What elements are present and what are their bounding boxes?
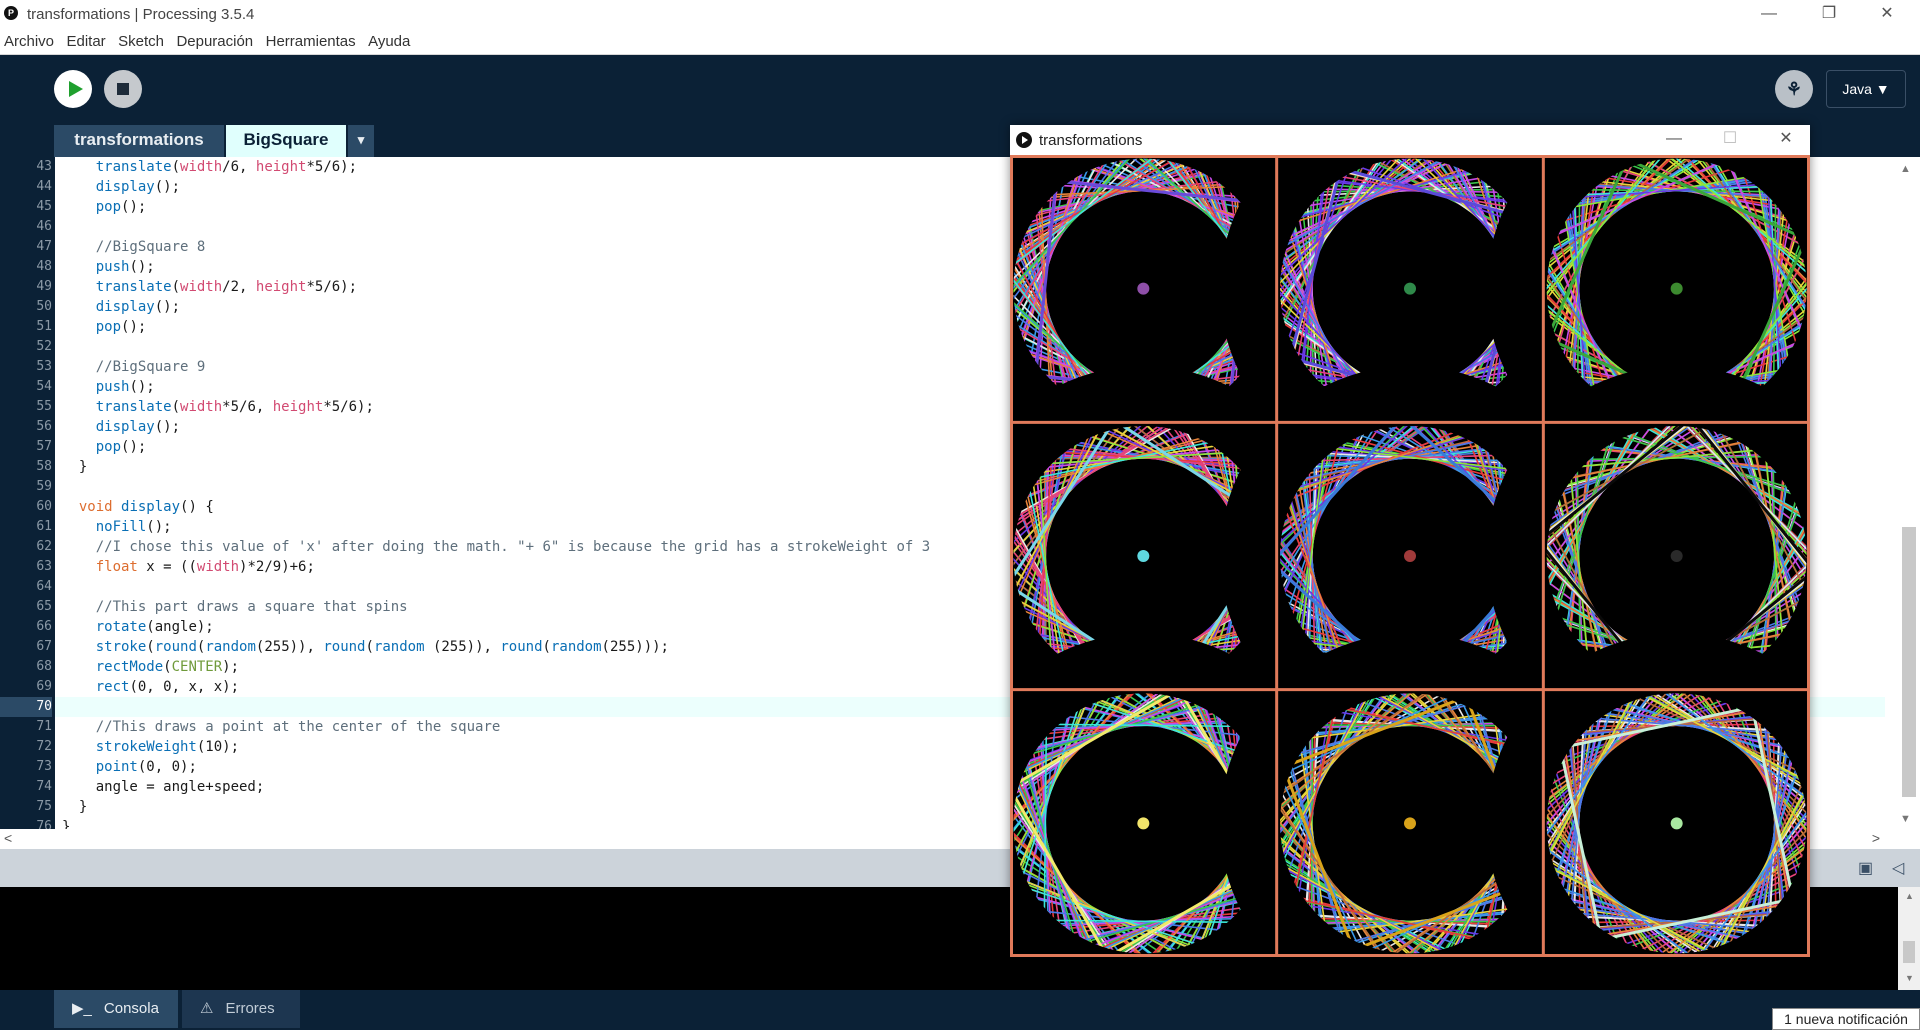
line-number: 48 [36, 259, 52, 274]
menu-bar: Archivo Editar Sketch Depuración Herrami… [0, 30, 1920, 55]
line-number-gutter: 43 44 45 46 47 48 49 50 51 52 53 54 55 56 57 58 59 60 61 62… [0, 157, 55, 829]
scroll-left-icon[interactable]: < [4, 830, 12, 846]
toolbar: ⚘ Java ▼ [0, 55, 1920, 125]
notification-toast[interactable]: 1 nueva notificación [1772, 1008, 1920, 1030]
line-number: 64 [36, 579, 52, 594]
mode-selector[interactable]: Java ▼ [1826, 70, 1906, 108]
close-button[interactable]: ✕ [1858, 0, 1916, 30]
butterfly-icon: ⚘ [1785, 79, 1803, 99]
menu-ayuda[interactable]: Ayuda [364, 30, 414, 50]
center-point [1670, 817, 1683, 830]
line-number: 58 [36, 459, 52, 474]
line-number: 51 [36, 319, 52, 334]
center-point [1404, 282, 1416, 295]
console-scrollbar-thumb[interactable] [1903, 941, 1915, 963]
sketch-canvas[interactable] [953, 98, 1867, 1014]
line-number: 57 [36, 439, 52, 454]
center-point [1670, 282, 1683, 295]
line-number: 46 [36, 219, 52, 234]
line-number: 68 [36, 659, 52, 674]
console-scrollbar[interactable]: ▲ ▼ [1898, 887, 1920, 990]
sketch-close-button[interactable]: ✕ [1758, 125, 1814, 155]
center-point [1137, 550, 1150, 562]
line-number: 61 [36, 519, 52, 534]
line-number: 47 [36, 239, 52, 254]
sketch-minimize-button[interactable]: — [1646, 125, 1702, 155]
menu-depuracion[interactable]: Depuración [172, 30, 257, 50]
center-point [1404, 550, 1416, 562]
sketch-title-bar: transformations — ☐ ✕ [1010, 125, 1810, 155]
bottom-panel-tabs: ▶_ Consola ⚠ Errores [0, 990, 1920, 1028]
sketch-maximize-button[interactable]: ☐ [1702, 125, 1758, 155]
tab-menu-button[interactable]: ▾ [348, 125, 374, 157]
line-number: 69 [36, 679, 52, 694]
line-number: 55 [36, 399, 52, 414]
console-icon: ▶_ [72, 1000, 92, 1017]
menu-herramientas[interactable]: Herramientas [262, 30, 360, 50]
line-number: 43 [36, 159, 52, 174]
menu-archivo[interactable]: Archivo [0, 30, 58, 50]
menu-editar[interactable]: Editar [62, 30, 109, 50]
console-tab-label: Consola [103, 1000, 159, 1017]
debug-button[interactable]: ⚘ [1775, 70, 1813, 108]
sketch-drawing [953, 98, 1867, 1014]
line-number: 49 [36, 279, 52, 294]
line-number: 50 [36, 299, 52, 314]
line-number: 45 [36, 199, 52, 214]
copy-icon[interactable]: ▣ [1858, 858, 1873, 878]
errors-tab[interactable]: ⚠ Errores [182, 990, 300, 1028]
line-number: 44 [36, 179, 52, 194]
line-number: 54 [36, 379, 52, 394]
line-number: 60 [36, 499, 52, 514]
stop-button[interactable] [104, 70, 142, 108]
scroll-right-icon[interactable]: > [1872, 830, 1880, 846]
editor-vertical-scrollbar[interactable]: ▲ ▼ [1890, 157, 1920, 829]
collapse-console-icon[interactable]: ◁ [1892, 858, 1904, 878]
console-scroll-down-icon[interactable]: ▼ [1905, 973, 1914, 983]
sketch-window-title: transformations [1039, 132, 1143, 149]
line-number: 70 [0, 697, 52, 717]
play-icon [1016, 132, 1032, 148]
sketch-window[interactable]: transformations — ☐ ✕ [953, 98, 1867, 1014]
line-number: 74 [36, 779, 52, 794]
line-number: 53 [36, 359, 52, 374]
line-number: 67 [36, 639, 52, 654]
console-scroll-up-icon[interactable]: ▲ [1905, 891, 1914, 901]
scroll-up-icon[interactable]: ▲ [1900, 163, 1911, 175]
line-number: 75 [36, 799, 52, 814]
console-tab[interactable]: ▶_ Consola [54, 990, 178, 1028]
line-number: 72 [36, 739, 52, 754]
scrollbar-thumb[interactable] [1902, 527, 1916, 797]
warning-icon: ⚠ [200, 1000, 214, 1017]
center-point [1137, 282, 1150, 295]
line-number: 66 [36, 619, 52, 634]
line-number: 71 [36, 719, 52, 734]
line-number: 62 [36, 539, 52, 554]
scroll-down-icon[interactable]: ▼ [1900, 813, 1911, 825]
run-button[interactable] [54, 70, 92, 108]
line-number: 52 [36, 339, 52, 354]
line-number: 56 [36, 419, 52, 434]
restore-button[interactable]: ❐ [1800, 0, 1858, 30]
center-point [1404, 817, 1416, 830]
line-number: 73 [36, 759, 52, 774]
window-title: transformations | Processing 3.5.4 [27, 6, 255, 23]
line-number: 65 [36, 599, 52, 614]
tab-bigsquare[interactable]: BigSquare [226, 125, 346, 157]
center-point [1670, 550, 1683, 562]
minimize-button[interactable]: — [1740, 0, 1798, 30]
menu-sketch[interactable]: Sketch [114, 30, 168, 50]
line-number: 76 [36, 819, 52, 829]
line-number: 59 [36, 479, 52, 494]
processing-app-icon: P [4, 6, 18, 20]
line-number: 63 [36, 559, 52, 574]
center-point [1137, 817, 1150, 830]
title-bar: P transformations | Processing 3.5.4 — ❐… [0, 0, 1920, 30]
errors-tab-label: Errores [225, 1000, 275, 1017]
tab-transformations[interactable]: transformations [54, 125, 224, 157]
